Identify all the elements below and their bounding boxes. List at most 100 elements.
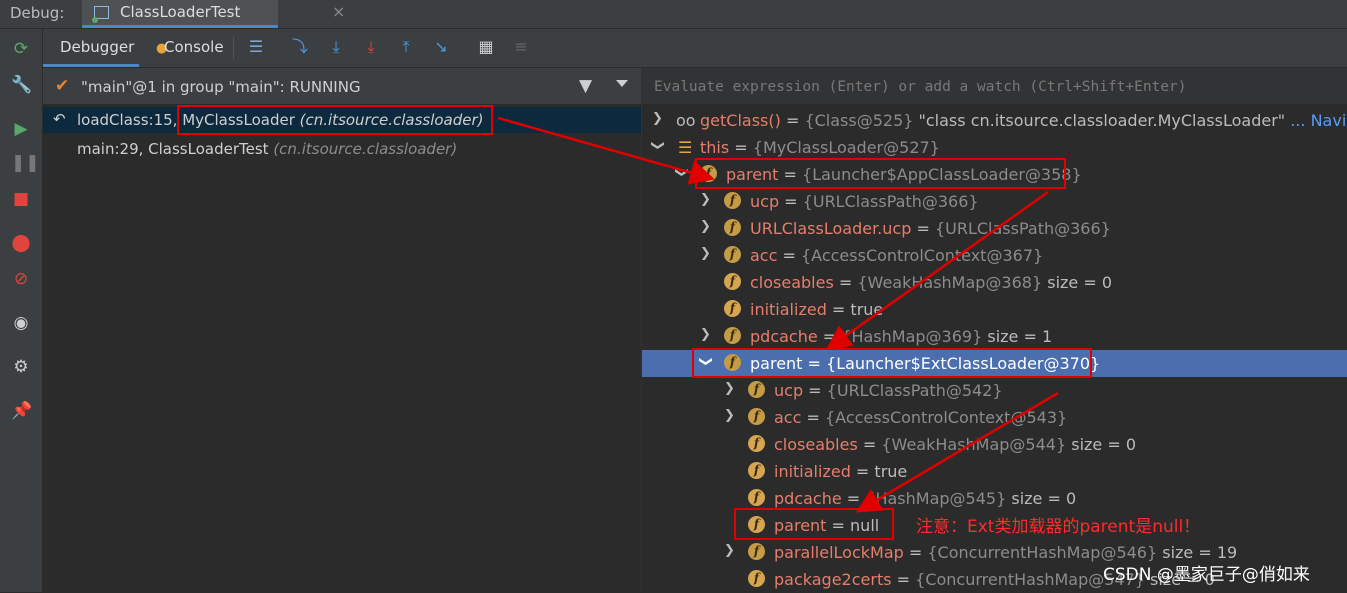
- field-icon: f: [724, 300, 741, 317]
- highlight-box-app-parent: [695, 158, 1066, 189]
- debug-label: Debug:: [10, 4, 65, 22]
- variable-row[interactable]: f closeables = {WeakHashMap@368} size = …: [642, 269, 1347, 296]
- variable-text: this = {MyClassLoader@527}: [700, 138, 940, 157]
- variable-row[interactable]: ❯ f URLClassLoader.ucp = {URLClassPath@3…: [642, 215, 1347, 242]
- chevron-down-icon[interactable]: ❯: [674, 167, 689, 178]
- trace-current-stream-icon[interactable]: ≡: [511, 37, 531, 57]
- field-icon: f: [724, 246, 741, 263]
- chevron-down-icon[interactable]: [616, 80, 628, 87]
- return-arrow-icon: ↶: [53, 110, 66, 128]
- watermark: CSDN @墨家巨子@俏如来: [1103, 565, 1310, 585]
- field-icon: f: [748, 543, 765, 560]
- variable-row[interactable]: ❯ f pdcache = {HashMap@369} size = 1: [642, 323, 1347, 350]
- filter-icon[interactable]: ▼: [579, 76, 592, 96]
- evaluate-expression-icon[interactable]: ▦: [476, 37, 496, 57]
- frame-method: main:29, ClassLoaderTest: [77, 140, 269, 158]
- variable-row[interactable]: ❯ ☰ this = {MyClassLoader@527}: [642, 134, 1347, 161]
- variable-text: acc = {AccessControlContext@543}: [774, 408, 1068, 427]
- chevron-right-icon[interactable]: ❯: [652, 111, 663, 126]
- variable-text: acc = {AccessControlContext@367}: [750, 246, 1044, 265]
- mute-breakpoints-icon[interactable]: ⊘: [11, 269, 31, 289]
- variable-text: pdcache = {HashMap@369} size = 1: [750, 327, 1053, 346]
- settings-icon[interactable]: ⚙: [11, 357, 31, 377]
- field-icon: f: [748, 435, 765, 452]
- field-icon: f: [724, 273, 741, 290]
- thread-selector[interactable]: ✔ "main"@1 in group "main": RUNNING ▼: [43, 68, 641, 105]
- chevron-right-icon[interactable]: ❯: [700, 246, 711, 261]
- tab-label: ClassLoaderTest: [120, 3, 241, 21]
- field-icon: f: [724, 327, 741, 344]
- frame-text: main:29, ClassLoaderTest (cn.itsource.cl…: [77, 140, 457, 158]
- variable-row[interactable]: f closeables = {WeakHashMap@544} size = …: [642, 431, 1347, 458]
- step-over-icon[interactable]: ⤵: [290, 37, 310, 57]
- thread-label: "main"@1 in group "main": RUNNING: [81, 78, 361, 96]
- frame-row[interactable]: main:29, ClassLoaderTest (cn.itsource.cl…: [43, 136, 641, 162]
- variable-text: ucp = {URLClassPath@542}: [774, 381, 1003, 400]
- highlight-box-ext-parent: [692, 348, 1092, 378]
- field-icon: f: [724, 192, 741, 209]
- show-execution-point-icon[interactable]: ☰: [246, 37, 266, 57]
- debug-side-toolbar: ⟳ 🔧 ▶ ❚❚ ■ ⬤ ⊘ ◉ ⚙ 📌: [0, 29, 43, 592]
- tab-debugger[interactable]: Debugger: [60, 38, 134, 56]
- pause-icon[interactable]: ❚❚: [11, 153, 40, 173]
- active-tab-indicator: [43, 64, 139, 67]
- navigate-link[interactable]: ... Navigate: [1285, 111, 1347, 130]
- tab-console[interactable]: Console: [164, 38, 224, 56]
- variable-row[interactable]: ❯ f ucp = {URLClassPath@366}: [642, 188, 1347, 215]
- highlight-box-null-parent: [734, 508, 894, 540]
- variable-row[interactable]: ❯ f ucp = {URLClassPath@542}: [642, 377, 1347, 404]
- debug-title-bar: Debug: ClassLoaderTest ×: [0, 0, 1347, 29]
- pin-icon[interactable]: 📌: [11, 401, 32, 421]
- force-step-into-icon[interactable]: ⤓: [361, 37, 381, 57]
- variable-row[interactable]: f initialized = true: [642, 458, 1347, 485]
- chevron-down-icon[interactable]: ❯: [650, 140, 665, 151]
- annotation-note: 注意：Ext类加载器的parent是null！: [916, 517, 1201, 537]
- view-breakpoints-icon[interactable]: ⬤: [11, 233, 31, 253]
- variable-text: initialized = true: [750, 300, 884, 319]
- field-icon: f: [748, 489, 765, 506]
- step-out-icon[interactable]: ⤒: [396, 37, 416, 57]
- chevron-right-icon[interactable]: ❯: [724, 408, 735, 423]
- chevron-right-icon[interactable]: ❯: [700, 219, 711, 234]
- variable-row[interactable]: ❯ oo getClass() = {Class@525} "class cn.…: [642, 107, 1347, 134]
- camera-icon[interactable]: ◉: [11, 313, 31, 333]
- wrench-icon[interactable]: 🔧: [11, 75, 32, 95]
- variable-text: pdcache = {HashMap@545} size = 0: [774, 489, 1077, 508]
- stop-icon[interactable]: ■: [11, 189, 31, 209]
- chevron-right-icon[interactable]: ❯: [724, 381, 735, 396]
- variable-text: closeables = {WeakHashMap@544} size = 0: [774, 435, 1137, 454]
- frame-package: (cn.itsource.classloader): [273, 140, 458, 158]
- classloadertest-tab[interactable]: ClassLoaderTest ×: [82, 0, 345, 28]
- evaluate-bar: [642, 68, 1347, 105]
- watch-glasses-icon: oo: [676, 111, 696, 130]
- evaluate-input[interactable]: [652, 74, 1336, 100]
- chevron-right-icon[interactable]: ❯: [700, 192, 711, 207]
- object-icon: ☰: [678, 138, 693, 157]
- resume-icon[interactable]: ▶: [11, 119, 31, 139]
- variable-text: ucp = {URLClassPath@366}: [750, 192, 979, 211]
- variable-text: initialized = true: [774, 462, 908, 481]
- highlight-box-myclassloader: [177, 105, 493, 135]
- chevron-right-icon[interactable]: ❯: [700, 327, 711, 342]
- variable-text: getClass() = {Class@525} "class cn.itsou…: [700, 111, 1347, 130]
- variable-row[interactable]: f initialized = true: [642, 296, 1347, 323]
- frames-panel: ✔ "main"@1 in group "main": RUNNING ▼ ↶ …: [43, 68, 642, 592]
- console-window-icon: [92, 6, 109, 23]
- debugger-toolbar: Debugger ● Console ☰ ⤵ ⤓ ⤓ ⤒ ↘ ▦ ≡: [43, 29, 1347, 68]
- field-icon: f: [748, 408, 765, 425]
- rerun-icon[interactable]: ⟳: [11, 39, 31, 59]
- close-icon[interactable]: ×: [332, 2, 345, 21]
- variable-row[interactable]: ❯ f acc = {AccessControlContext@543}: [642, 404, 1347, 431]
- variable-text: URLClassLoader.ucp = {URLClassPath@366}: [750, 219, 1111, 238]
- divider: [233, 37, 234, 59]
- variable-row[interactable]: ❯ f acc = {AccessControlContext@367}: [642, 242, 1347, 269]
- chevron-right-icon[interactable]: ❯: [724, 543, 735, 558]
- checkmark-icon: ✔: [55, 76, 70, 96]
- field-icon: f: [748, 462, 765, 479]
- step-into-icon[interactable]: ⤓: [326, 37, 346, 57]
- field-icon: f: [748, 570, 765, 587]
- field-icon: f: [724, 219, 741, 236]
- variable-text: closeables = {WeakHashMap@368} size = 0: [750, 273, 1113, 292]
- run-to-cursor-icon[interactable]: ↘: [431, 37, 451, 57]
- field-icon: f: [748, 381, 765, 398]
